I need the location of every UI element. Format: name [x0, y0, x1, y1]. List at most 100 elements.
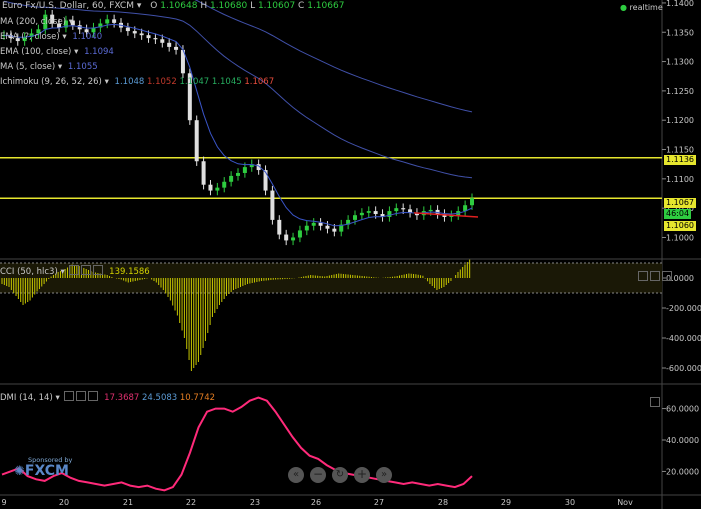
cci-tick-label: -200.0000 [666, 304, 701, 313]
time-tick-label: 21 [123, 498, 133, 507]
realtime-label: realtime [629, 3, 663, 12]
fxcm-logo[interactable]: ✺FXCM [14, 463, 69, 479]
candle-body [132, 31, 137, 34]
dmi-line [1, 396, 473, 492]
indicator-label: MA (5, close) [0, 62, 56, 72]
open-value: 1.10648 [160, 1, 198, 11]
indicator-ma5[interactable]: MA (5, close) ▾ 1.1055 [0, 62, 98, 72]
time-tick-label: 29 [501, 498, 511, 507]
indicator-ema-fast[interactable]: EMA (?, close) ▾ 1.1040 [0, 32, 102, 42]
candle-body [153, 38, 158, 40]
chevron-down-icon[interactable]: ▾ [137, 1, 142, 11]
indicator-label: EMA (100, close) [0, 47, 72, 57]
time-tick-label: Nov [617, 498, 633, 507]
price-tick-label: 1.1100 [666, 175, 694, 184]
candle-body [373, 211, 378, 215]
chevron-down-icon[interactable]: ▾ [105, 77, 109, 87]
candle-body [194, 120, 199, 162]
cci-label: CCI (50, hlc3) [0, 267, 58, 277]
price-tick-label: 1.1150 [666, 146, 694, 155]
open-label: O [150, 1, 158, 11]
scroll-left-fast-icon[interactable]: « [288, 467, 304, 483]
dmi-label: DMI (14, 14) [0, 393, 53, 403]
price-tick-label: 1.1300 [666, 58, 694, 67]
candle-body [201, 161, 206, 185]
price-tick-label: 1.1200 [666, 116, 694, 125]
last-price-tag: 1.1067 [664, 198, 696, 208]
fxcm-logo-icon: ✺ [14, 464, 25, 479]
time-tick-label: 30 [565, 498, 575, 507]
indicator-ichimoku[interactable]: Ichimoku (9, 26, 52, 26) ▾ 1.1048 1.1052… [0, 77, 274, 87]
ichimoku-value: 1.1045 [211, 77, 242, 87]
eye-icon[interactable] [81, 265, 92, 275]
time-tick-label: 26 [311, 498, 321, 507]
maximize-icon[interactable] [650, 397, 660, 407]
level-upper-tag: 1.1136 [664, 155, 696, 165]
chevron-down-icon[interactable]: ▾ [58, 62, 62, 72]
dmi-legend[interactable]: DMI (14, 14) ▾ 17.3687 24.5083 10.7742 [0, 391, 215, 403]
chevron-down-icon[interactable]: ▾ [74, 47, 78, 57]
ema-100-line [3, 0, 473, 179]
indicator-label: MA (200, close) [0, 17, 67, 27]
time-tick-label: 28 [438, 498, 448, 507]
maximize-icon[interactable] [638, 271, 648, 281]
chevron-down-icon[interactable]: ▾ [62, 32, 66, 42]
indicator-label: Ichimoku (9, 26, 52, 26) [0, 77, 102, 87]
reset-icon[interactable]: ↻ [332, 467, 348, 483]
ichimoku-value: 1.1067 [244, 77, 275, 87]
chevron-down-icon[interactable]: ▾ [55, 393, 59, 403]
chevron-down-icon[interactable]: ▾ [69, 17, 73, 27]
price-tick-label: 1.1400 [666, 0, 694, 8]
countdown-tag: 46:04 [664, 209, 692, 219]
eye-icon[interactable] [76, 391, 87, 401]
candle-body [297, 230, 302, 238]
close-icon[interactable] [88, 391, 99, 401]
chart-nav: « − ↻ + » [288, 467, 392, 483]
candle-body [353, 215, 357, 220]
ichimoku-value: 1.1047 [179, 77, 210, 87]
symbol-title[interactable]: Euro Fx/U.S. Dollar, 60, FXCM [2, 1, 134, 11]
candle-body [215, 187, 220, 191]
collapse-icon[interactable] [650, 271, 660, 281]
chevron-down-icon[interactable]: ▾ [60, 267, 64, 277]
cci-tick-label: -400.0000 [666, 334, 701, 343]
close-icon[interactable] [93, 265, 104, 275]
settings-icon[interactable] [69, 265, 80, 275]
scroll-right-fast-icon[interactable]: » [376, 467, 392, 483]
adx-value: 10.7742 [179, 393, 216, 403]
candle-body [304, 225, 309, 231]
dmi-pane[interactable] [1, 396, 473, 492]
candle-body [167, 42, 172, 47]
zoom-in-icon[interactable]: + [354, 467, 370, 483]
candle-body [208, 184, 213, 191]
cci-tick-label: -600.0000 [666, 364, 701, 373]
time-tick-label: 27 [374, 498, 384, 507]
price-tick-label: 1.1250 [666, 87, 694, 96]
candle-body [112, 19, 117, 23]
candle-body [277, 219, 282, 235]
zoom-out-icon[interactable]: − [310, 467, 326, 483]
cci-legend[interactable]: CCI (50, hlc3) ▾ 139.1586 [0, 265, 150, 277]
indicator-ema100[interactable]: EMA (100, close) ▾ 1.1094 [0, 47, 114, 57]
candle-body [428, 209, 433, 212]
candle-body [470, 198, 474, 206]
candle-body [236, 172, 240, 176]
indicator-value: 1.1040 [72, 32, 103, 42]
candle-body [242, 167, 247, 173]
high-label: H [200, 1, 208, 11]
close-icon[interactable] [662, 271, 672, 281]
dmi-pane-controls[interactable] [648, 391, 660, 410]
close-value: 1.10667 [307, 1, 345, 11]
cci-pane-controls[interactable] [636, 265, 672, 284]
candle-body [291, 237, 296, 241]
close-label: C [298, 1, 305, 11]
indicator-ma200[interactable]: MA (200, close) ▾ [0, 17, 73, 27]
realtime-dot-icon: ● [620, 3, 627, 12]
high-value: 1.10680 [209, 1, 248, 11]
candle-body [284, 234, 289, 241]
settings-icon[interactable] [64, 391, 75, 401]
dmi-tick-label: 60.0000 [666, 405, 699, 414]
low-label: L [250, 1, 256, 11]
candle-body [174, 46, 179, 50]
candle-body [311, 222, 316, 226]
